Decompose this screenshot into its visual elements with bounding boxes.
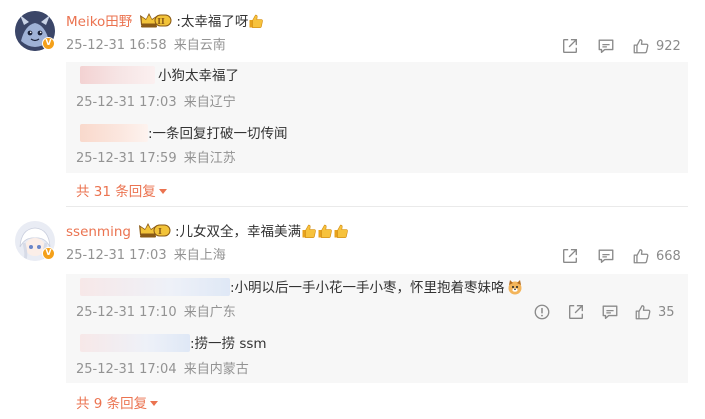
reply-meta: 25-12-31 17:10 来自广东 bbox=[76, 304, 236, 322]
comment-meta: 25-12-31 16:58 来自云南 bbox=[66, 37, 226, 55]
share-icon bbox=[561, 247, 579, 265]
comment-text: :儿女双全，幸福美满 bbox=[174, 224, 302, 240]
reply-text-line: :捞一捞 ssm bbox=[80, 334, 267, 354]
reply-text: :一条回复打破一切传闻 bbox=[148, 126, 288, 142]
more-replies-label: 共 31 条回复 bbox=[76, 184, 156, 200]
reply-meta: 25-12-31 17:03 来自辽宁 bbox=[76, 94, 236, 112]
like-button[interactable]: 922 bbox=[632, 36, 681, 56]
verified-badge-icon: V bbox=[42, 37, 55, 50]
comment-time: 25-12-31 16:58 bbox=[66, 38, 167, 53]
reply-meta: 25-12-31 17:04 来自内蒙古 bbox=[76, 361, 249, 379]
like-count: 35 bbox=[658, 304, 675, 320]
reply-time: 25-12-31 17:10 bbox=[76, 305, 177, 320]
reply-text-line: :一条回复打破一切传闻 bbox=[80, 124, 288, 144]
reply-text: 小狗太幸福了 bbox=[158, 68, 239, 84]
comment-button[interactable] bbox=[600, 302, 620, 322]
level-badge-text: II bbox=[158, 16, 166, 26]
more-replies-label: 共 9 条回复 bbox=[76, 396, 148, 412]
reply-text-line: :小明以后一手小花一手小枣，怀里抱着枣妹咯 bbox=[80, 278, 523, 298]
comment-meta: 25-12-31 17:03 来自上海 bbox=[66, 247, 226, 265]
reply-text-line: 小狗太幸福了 bbox=[80, 66, 239, 86]
thumbs-up-emoji bbox=[333, 223, 349, 239]
chevron-down-icon bbox=[150, 401, 159, 406]
reply-actions: 35 bbox=[532, 302, 675, 322]
reply-location: 来自江苏 bbox=[183, 151, 236, 166]
comment-actions: 922 bbox=[560, 36, 681, 56]
reply-text: :小明以后一手小花一手小枣，怀里抱着枣妹咯 bbox=[230, 280, 505, 296]
reply-meta: 25-12-31 17:59 来自江苏 bbox=[76, 150, 236, 168]
comment-text: :太幸福了呀 bbox=[176, 14, 249, 30]
reply-box: :小明以后一手小花一手小枣，怀里抱着枣妹咯 35 25-12-31 17:10 … bbox=[66, 274, 688, 383]
username-link[interactable]: Meiko田野 bbox=[66, 14, 132, 30]
share-button[interactable] bbox=[560, 36, 580, 56]
blurred-username[interactable] bbox=[80, 334, 190, 352]
reply-time: 25-12-31 17:04 bbox=[76, 362, 177, 377]
comment-1: V Meiko田野 II :太幸福了呀 25-12-31 16:58 来自云南 92… bbox=[0, 0, 705, 205]
comment-text-line: ssenming I :儿女双全，幸福美满 bbox=[66, 221, 349, 242]
comment-actions: 668 bbox=[560, 246, 681, 266]
reply-box: 小狗太幸福了 25-12-31 17:03 来自辽宁 :一条回复打破一切传闻 2… bbox=[66, 62, 688, 173]
like-button[interactable]: 668 bbox=[632, 246, 681, 266]
reply-location: 来自辽宁 bbox=[183, 95, 236, 110]
blurred-username[interactable] bbox=[80, 124, 148, 142]
blurred-username[interactable] bbox=[80, 66, 155, 84]
comment-time: 25-12-31 17:03 bbox=[66, 248, 167, 263]
comment-location: 来自上海 bbox=[173, 248, 226, 263]
reply-location: 来自广东 bbox=[183, 305, 236, 320]
thumbs-up-emoji bbox=[248, 13, 264, 29]
username-link[interactable]: ssenming bbox=[66, 224, 131, 240]
comment-text-line: Meiko田野 II :太幸福了呀 bbox=[66, 11, 264, 32]
thumbs-up-icon bbox=[634, 303, 652, 321]
crown-badge-icon[interactable]: I bbox=[135, 221, 173, 239]
thumbs-up-emoji bbox=[301, 223, 317, 239]
blurred-username[interactable] bbox=[80, 278, 230, 296]
share-icon bbox=[561, 37, 579, 55]
share-button[interactable] bbox=[560, 246, 580, 266]
crown-badge-icon[interactable]: II bbox=[136, 11, 174, 29]
verified-badge-icon: V bbox=[42, 247, 55, 260]
comment-2: V ssenming I :儿女双全，幸福美满 25-12-31 17:03 来自上… bbox=[0, 212, 705, 419]
reply-text: :捞一捞 ssm bbox=[190, 336, 267, 352]
reply-time: 25-12-31 17:03 bbox=[76, 95, 177, 110]
comment-button[interactable] bbox=[596, 246, 616, 266]
report-button[interactable] bbox=[532, 302, 552, 322]
level-badge-text: I bbox=[158, 226, 162, 236]
share-button[interactable] bbox=[566, 302, 586, 322]
thumbs-up-icon bbox=[632, 37, 650, 55]
comment-icon bbox=[597, 247, 615, 265]
more-replies-link[interactable]: 共 9 条回复 bbox=[76, 392, 159, 412]
chevron-down-icon bbox=[158, 189, 167, 194]
comment-button[interactable] bbox=[596, 36, 616, 56]
comment-icon bbox=[597, 37, 615, 55]
like-count: 922 bbox=[656, 38, 681, 54]
share-icon bbox=[567, 303, 585, 321]
report-icon bbox=[533, 303, 551, 321]
more-replies-link[interactable]: 共 31 条回复 bbox=[76, 180, 167, 200]
dog-emoji bbox=[508, 280, 522, 295]
comment-icon bbox=[601, 303, 619, 321]
reply-time: 25-12-31 17:59 bbox=[76, 151, 177, 166]
reply-location: 来自内蒙古 bbox=[183, 362, 249, 377]
comment-divider bbox=[66, 206, 688, 207]
thumbs-up-emoji bbox=[317, 223, 333, 239]
like-count: 668 bbox=[656, 248, 681, 264]
comment-location: 来自云南 bbox=[173, 38, 226, 53]
like-button[interactable]: 35 bbox=[634, 302, 675, 322]
thumbs-up-icon bbox=[632, 247, 650, 265]
